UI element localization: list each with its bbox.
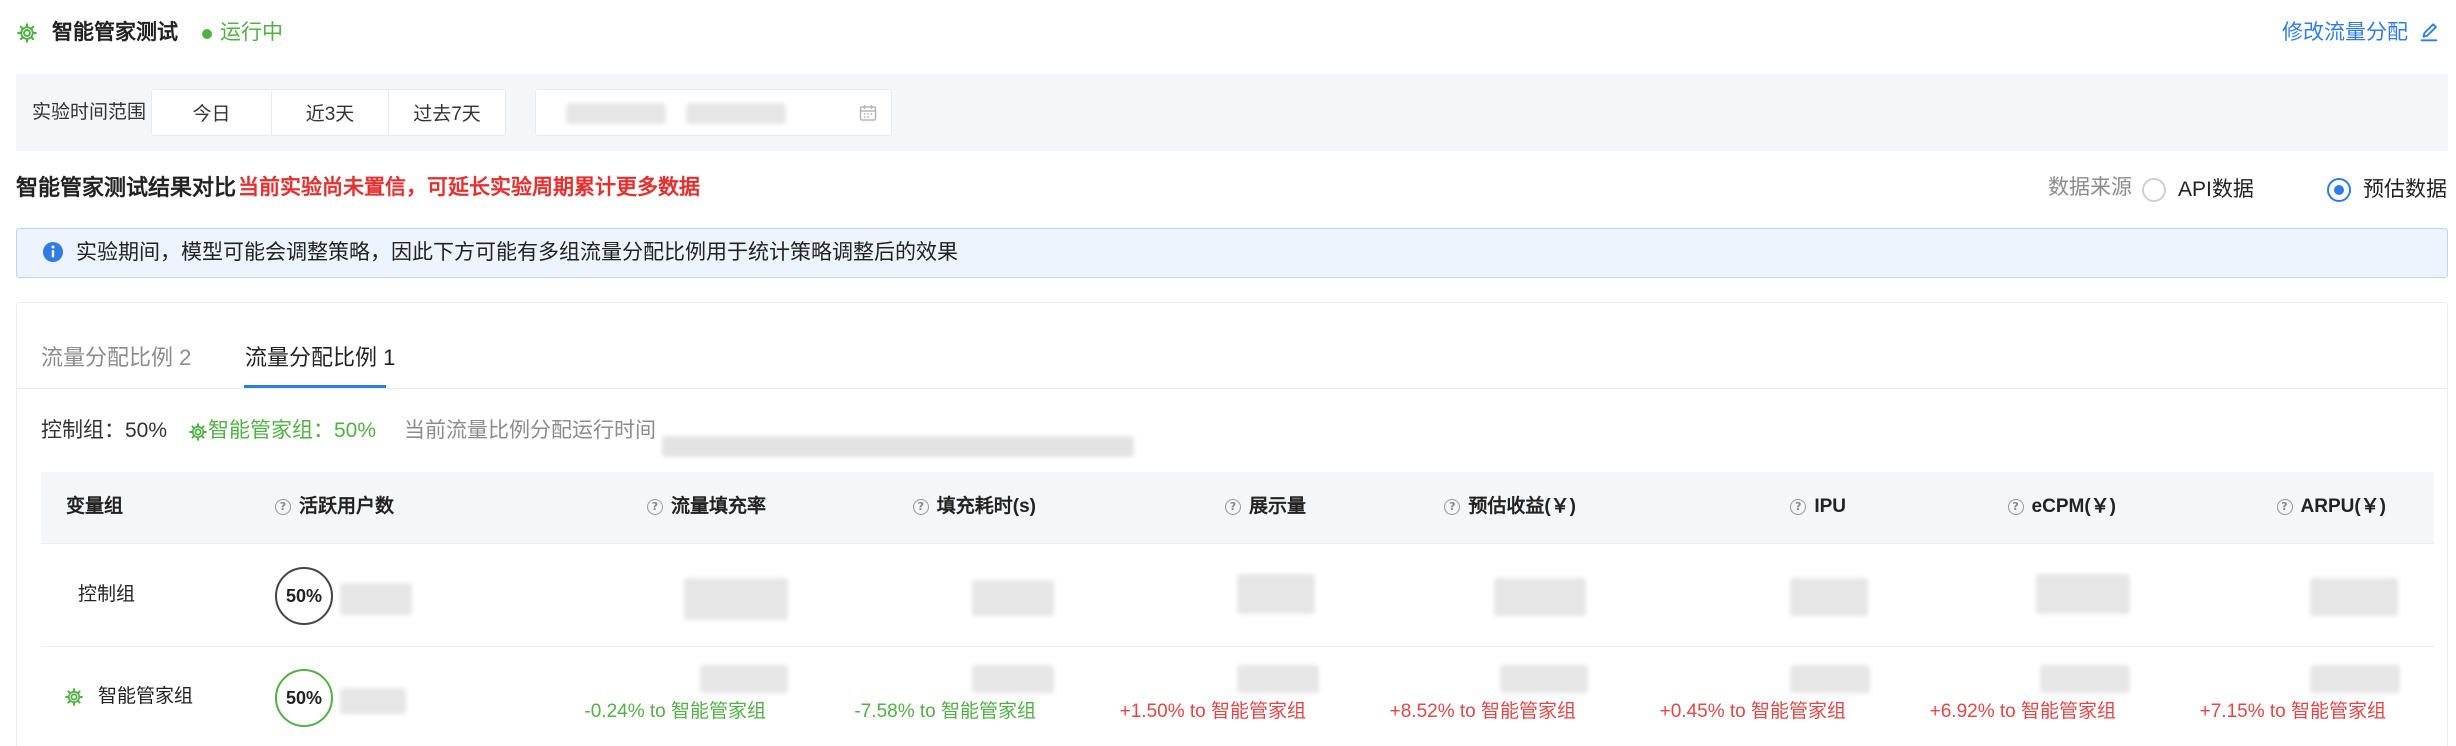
blurred-value <box>2310 665 2400 693</box>
source-estimate-radio[interactable]: 预估数据 <box>2327 174 2447 206</box>
col-group-label: 变量组 <box>66 496 124 517</box>
help-icon[interactable]: ? <box>1224 499 1241 515</box>
radio-circle <box>2142 178 2166 202</box>
col-impressions[interactable]: ? 展示量 <box>1224 492 1306 522</box>
blurred-value <box>1237 574 1315 614</box>
delta-ecpm: +6.92% to 智能管家组 <box>1929 701 2116 722</box>
time-range-label: 实验时间范围 <box>32 102 147 123</box>
blurred-value <box>972 665 1054 693</box>
delta-fill-rate: -0.24% to 智能管家组 <box>584 701 766 722</box>
col-ipu[interactable]: ? IPU <box>1790 492 1846 522</box>
blurred-value <box>1790 578 1868 616</box>
radio-circle-selected <box>2327 178 2351 202</box>
range-today-button[interactable]: 今日 <box>151 89 272 136</box>
col-fill-time[interactable]: ? 填充耗时(s) <box>912 492 1036 522</box>
results-title: 智能管家测试结果对比 <box>16 175 237 200</box>
range-7days-button[interactable]: 过去7天 <box>388 89 506 136</box>
help-icon[interactable]: ? <box>2276 499 2293 515</box>
gear-icon <box>188 422 208 442</box>
tab-ratio-1[interactable]: 流量分配比例 1 <box>245 342 395 374</box>
runtime-value <box>662 436 1134 457</box>
edit-icon <box>2418 22 2440 44</box>
help-icon[interactable]: ? <box>2007 499 2024 515</box>
date-range-picker[interactable] <box>535 89 892 136</box>
delta-ipu: +0.45% to 智能管家组 <box>1659 701 1846 722</box>
blurred-value <box>700 665 788 693</box>
tab-ratio-2[interactable]: 流量分配比例 2 <box>41 342 191 374</box>
blurred-value <box>2036 574 2130 614</box>
row-divider <box>41 646 2434 647</box>
info-banner-text: 实验期间，模型可能会调整策略，因此下方可能有多组流量分配比例用于统计策略调整后的… <box>76 241 958 264</box>
col-fill-rate-label: 流量填充率 <box>670 496 766 517</box>
delta-arpu: +7.15% to 智能管家组 <box>2199 701 2386 722</box>
row-smart-name: 智能管家组 <box>98 686 194 707</box>
help-icon[interactable]: ? <box>1444 499 1461 515</box>
status-dot <box>202 29 212 39</box>
range-3days-button[interactable]: 近3天 <box>271 89 389 136</box>
row-control-share: 50% <box>275 567 333 625</box>
blurred-value <box>2310 578 2398 616</box>
help-icon[interactable]: ? <box>646 499 663 515</box>
col-group: 变量组 <box>66 492 123 522</box>
blurred-value <box>684 578 788 620</box>
info-icon <box>42 241 64 263</box>
row-control-name: 控制组 <box>78 584 136 605</box>
col-ecpm-label: eCPM(￥) <box>2031 496 2116 517</box>
calendar-icon <box>858 103 878 123</box>
source-estimate-label: 预估数据 <box>2363 178 2447 201</box>
row-smart-share: 50% <box>275 669 333 727</box>
help-icon[interactable]: ? <box>912 499 929 515</box>
source-api-radio[interactable]: API数据 <box>2142 174 2254 206</box>
runtime-label: 当前流量比例分配运行时间 <box>404 419 656 442</box>
col-impressions-label: 展示量 <box>1248 496 1306 517</box>
control-share: 控制组：50% <box>41 419 168 442</box>
gear-icon <box>64 687 84 707</box>
gear-icon <box>16 22 38 44</box>
col-active-users-label: 活跃用户数 <box>299 496 395 517</box>
help-icon[interactable]: ? <box>275 499 291 515</box>
delta-impressions: +1.50% to 智能管家组 <box>1119 701 1306 722</box>
blurred-value <box>1494 578 1586 616</box>
delta-est-revenue: +8.52% to 智能管家组 <box>1389 701 1576 722</box>
smart-share: 智能管家组：50% <box>208 419 377 442</box>
blurred-value <box>972 580 1054 616</box>
col-fill-rate[interactable]: ? 流量填充率 <box>646 492 766 522</box>
source-api-label: API数据 <box>2178 178 2254 201</box>
delta-fill-time: -7.58% to 智能管家组 <box>854 701 1036 722</box>
data-source-label: 数据来源 <box>2048 176 2132 199</box>
blurred-value <box>340 688 406 714</box>
col-est-revenue-label: 预估收益(￥) <box>1468 496 1576 517</box>
blurred-value <box>1237 665 1319 693</box>
col-arpu[interactable]: ? ARPU(￥) <box>2276 492 2387 522</box>
tab-active-indicator <box>244 385 386 388</box>
col-active-users[interactable]: ? 活跃用户数 <box>275 492 394 522</box>
col-fill-time-label: 填充耗时(s) <box>936 496 1036 517</box>
col-ecpm[interactable]: ? eCPM(￥) <box>2007 492 2116 522</box>
results-warning: 当前实验尚未置信，可延长实验周期累计更多数据 <box>238 176 700 199</box>
blurred-value <box>340 583 412 615</box>
col-arpu-label: ARPU(￥) <box>2300 496 2387 517</box>
edit-traffic-link[interactable]: 修改流量分配 <box>2282 18 2440 48</box>
col-est-revenue[interactable]: ? 预估收益(￥) <box>1444 492 1576 522</box>
blurred-value <box>1500 665 1588 693</box>
col-ipu-label: IPU <box>1814 496 1846 517</box>
blurred-value <box>2040 665 2130 693</box>
blurred-value <box>1790 665 1870 693</box>
edit-traffic-label: 修改流量分配 <box>2282 21 2408 44</box>
page-title: 智能管家测试 <box>52 21 178 44</box>
status-badge: 运行中 <box>220 21 283 44</box>
help-icon[interactable]: ? <box>1790 499 1807 515</box>
tabs-divider <box>17 388 2447 389</box>
